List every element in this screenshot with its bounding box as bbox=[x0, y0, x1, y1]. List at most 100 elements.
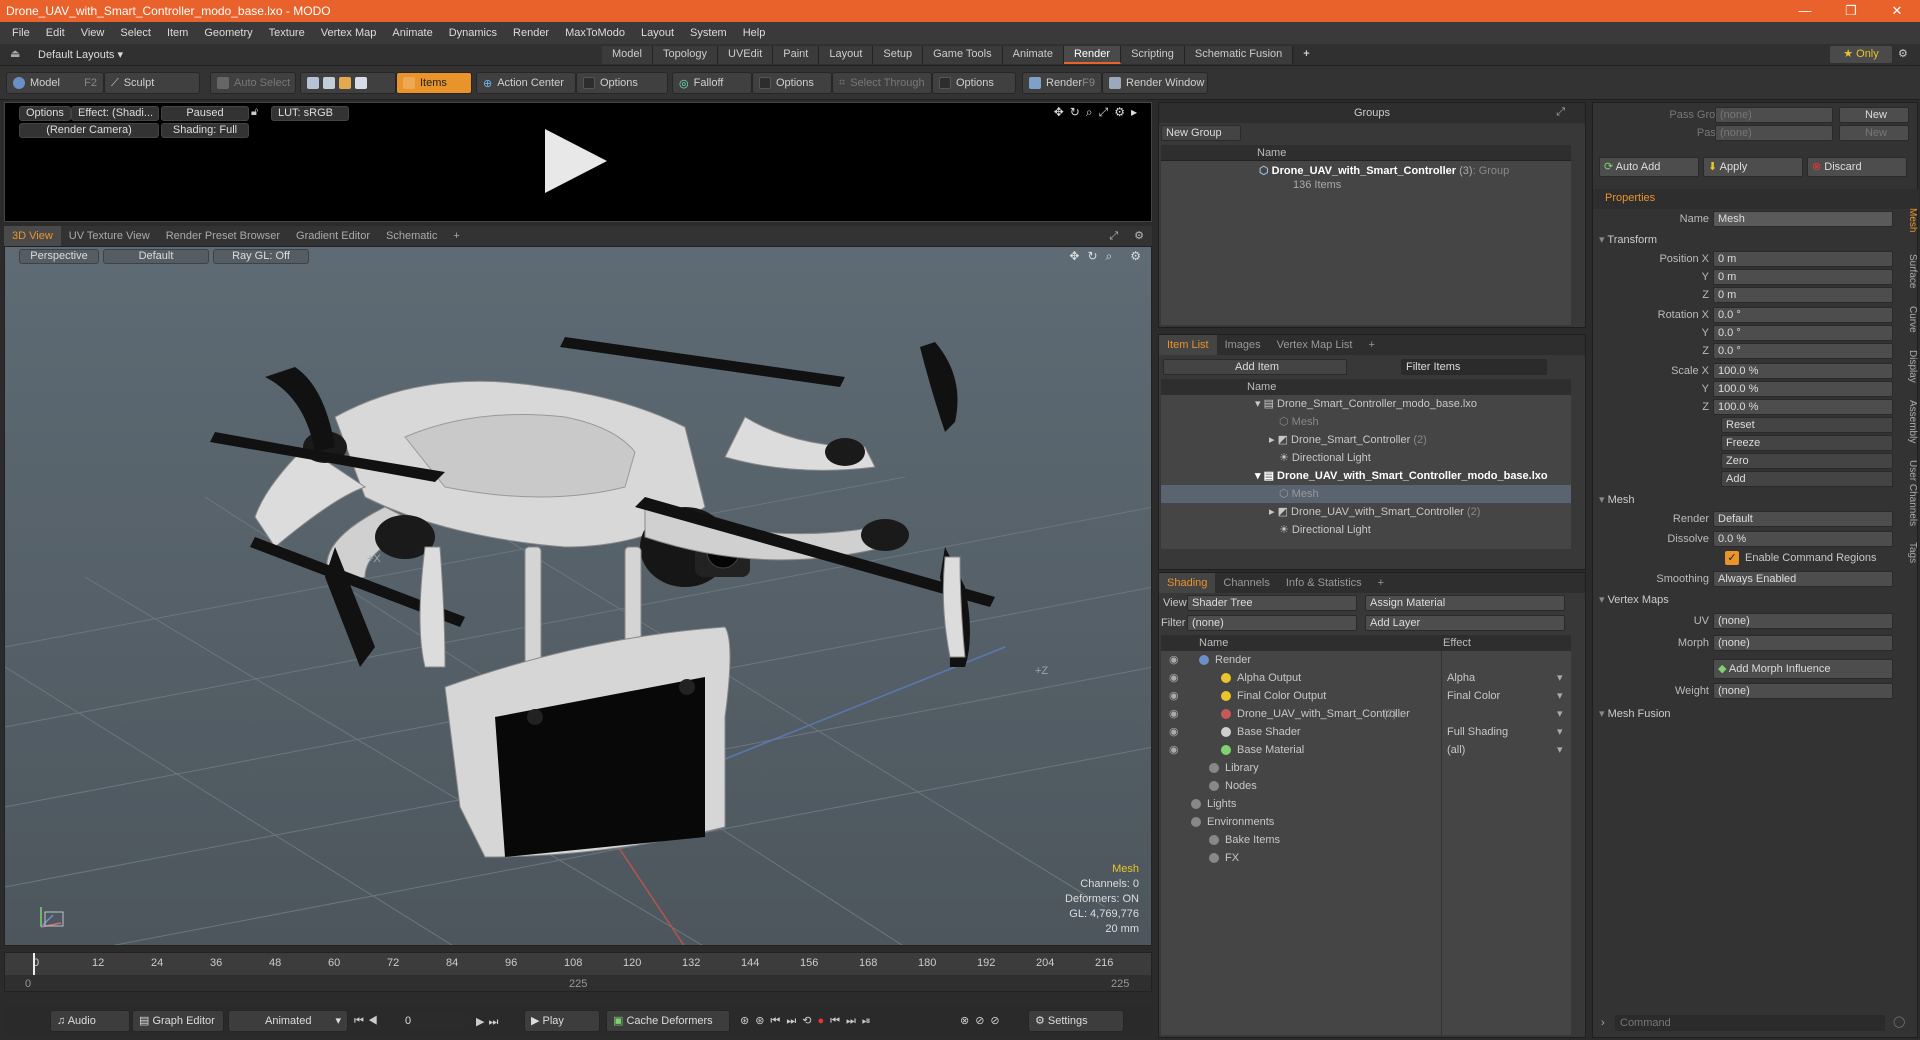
menu-layout[interactable]: Layout bbox=[633, 27, 682, 39]
view-dropdown[interactable]: Shader Tree bbox=[1187, 595, 1357, 611]
add-layer-dropdown[interactable]: Add Layer bbox=[1365, 615, 1565, 631]
rotation-z-field[interactable]: 0.0 ° bbox=[1713, 343, 1893, 359]
play-button[interactable]: ▶ Play bbox=[524, 1010, 600, 1032]
shader-tree-row[interactable]: ◉ Base Material (all) ▾ bbox=[1161, 741, 1571, 759]
key-tools-icons[interactable]: ⊛⊛⏮⏭⟲●⏮⏭⏯ bbox=[740, 1014, 877, 1028]
add-tab-button[interactable]: + bbox=[1360, 335, 1382, 355]
list-item[interactable]: ☀ Directional Light bbox=[1279, 449, 1371, 467]
shader-tree-row[interactable]: Bake Items bbox=[1161, 831, 1571, 849]
action-center-button[interactable]: ⊕ Action Center bbox=[476, 72, 576, 94]
tab-item-list[interactable]: Item List bbox=[1159, 335, 1217, 355]
menu-system[interactable]: System bbox=[682, 27, 735, 39]
mesh-section[interactable]: Mesh bbox=[1599, 493, 1635, 506]
3d-viewport[interactable]: Perspective Default Ray GL: Off ✥ ↻ ⌕ ⚙ bbox=[4, 246, 1152, 946]
settings-icon[interactable]: ⚙ bbox=[1114, 105, 1125, 120]
effect-dropdown[interactable]: Effect: (Shadi... bbox=[71, 106, 159, 121]
new-group-button[interactable]: New Group bbox=[1161, 125, 1241, 141]
filter-items-field[interactable]: Filter Items bbox=[1401, 359, 1547, 375]
maximize-icon[interactable]: ⤢ bbox=[1099, 105, 1109, 120]
tab-images[interactable]: Images bbox=[1217, 335, 1269, 355]
position-z-field[interactable]: 0 m bbox=[1713, 287, 1893, 303]
tab-shading[interactable]: Shading bbox=[1159, 573, 1216, 593]
skip-start-icon[interactable]: ⏮◀ bbox=[354, 1015, 382, 1028]
audio-button[interactable]: ♫ Audio bbox=[50, 1010, 130, 1032]
maximize-icon[interactable]: ⤢ bbox=[1556, 106, 1565, 119]
scale-y-field[interactable]: 100.0 % bbox=[1713, 381, 1893, 397]
shader-tree-row[interactable]: Nodes bbox=[1161, 777, 1571, 795]
menu-file[interactable]: File bbox=[4, 27, 38, 39]
add-morph-influence-button[interactable]: ◆ Add Morph Influence bbox=[1713, 659, 1893, 679]
discard-button[interactable]: ⊗ Discard bbox=[1807, 157, 1907, 177]
tab-animate[interactable]: Animate bbox=[1002, 46, 1064, 64]
add-tab-button[interactable]: + bbox=[1293, 46, 1319, 64]
visibility-eye-icon[interactable]: ◉ bbox=[1169, 723, 1179, 741]
tab-paint[interactable]: Paint bbox=[773, 46, 820, 64]
sculpt-button[interactable]: ⟋ Sculpt bbox=[104, 72, 200, 94]
menu-item[interactable]: Item bbox=[159, 27, 196, 39]
chevron-down-icon[interactable]: ▾ bbox=[1557, 723, 1563, 741]
new-pass-button[interactable]: New bbox=[1839, 125, 1909, 141]
shader-tree-row[interactable]: ◉ Base Shader Full Shading ▾ bbox=[1161, 723, 1571, 741]
add-item-dropdown[interactable]: Add Item bbox=[1163, 359, 1347, 375]
rotate-icon[interactable]: ↻ bbox=[1070, 105, 1080, 120]
cache-deformers-button[interactable]: ▣ Cache Deformers bbox=[606, 1010, 730, 1032]
list-item[interactable]: ☀ Directional Light bbox=[1279, 521, 1371, 539]
list-item[interactable]: ⬡ Mesh bbox=[1279, 413, 1319, 431]
tab-uv-texture-view[interactable]: UV Texture View bbox=[61, 226, 158, 246]
freeze-dropdown[interactable]: Freeze bbox=[1721, 435, 1893, 451]
model-mode-button[interactable]: Model F2 bbox=[6, 72, 104, 94]
items-button[interactable]: Items bbox=[396, 72, 472, 94]
visibility-eye-icon[interactable]: ◉ bbox=[1169, 741, 1179, 759]
shading-dropdown[interactable]: Shading: Full bbox=[161, 123, 249, 138]
timeline[interactable]: 0 12 24 36 48 60 72 84 96 108 120 132 144 156 168 180 19… bbox=[4, 952, 1152, 992]
tab-schematic[interactable]: Schematic bbox=[378, 226, 445, 246]
command-field[interactable]: Command bbox=[1615, 1015, 1885, 1031]
falloff-button[interactable]: ◎ Falloff bbox=[672, 72, 752, 94]
restore-button[interactable]: ❐ bbox=[1828, 0, 1874, 22]
visibility-eye-icon[interactable]: ◉ bbox=[1169, 687, 1179, 705]
apply-button[interactable]: ⬇ Apply bbox=[1703, 157, 1803, 177]
shader-layer-effect[interactable]: Full Shading bbox=[1447, 723, 1508, 741]
select-through-button[interactable]: ⌗ Select Through bbox=[832, 72, 932, 94]
reset-dropdown[interactable]: Reset bbox=[1721, 417, 1893, 433]
shader-tree-row[interactable]: FX bbox=[1161, 849, 1571, 867]
render-dropdown[interactable]: Default bbox=[1713, 511, 1893, 527]
list-item[interactable]: ▸ ◩ Drone_Smart_Controller (2) bbox=[1269, 431, 1427, 449]
tab-topology[interactable]: Topology bbox=[652, 46, 719, 64]
add-viewport-tab-button[interactable]: + bbox=[445, 226, 467, 246]
only-button[interactable]: ★ Only bbox=[1830, 46, 1892, 63]
add-dropdown[interactable]: Add bbox=[1721, 471, 1893, 487]
playhead[interactable] bbox=[33, 953, 35, 975]
menu-help[interactable]: Help bbox=[735, 27, 774, 39]
assign-material-dropdown[interactable]: Assign Material bbox=[1365, 595, 1565, 611]
pass-groups-dropdown[interactable]: (none) bbox=[1715, 107, 1833, 123]
weight-dropdown[interactable]: (none) bbox=[1713, 683, 1893, 699]
side-tab-user-channels[interactable]: User Channels bbox=[1903, 460, 1918, 526]
shader-layer-effect[interactable]: (all) bbox=[1447, 741, 1465, 759]
tab-schematic-fusion[interactable]: Schematic Fusion bbox=[1184, 46, 1294, 64]
vertex-maps-section[interactable]: Vertex Maps bbox=[1599, 593, 1669, 606]
tab-gradient-editor[interactable]: Gradient Editor bbox=[288, 226, 378, 246]
animated-dropdown[interactable]: Animated ▾ bbox=[228, 1010, 348, 1032]
shader-tree-row[interactable]: ◉ Alpha Output Alpha ▾ bbox=[1161, 669, 1571, 687]
side-tab-curve[interactable]: Curve bbox=[1903, 306, 1918, 333]
list-item[interactable]: ▾ ▤ Drone_UAV_with_Smart_Controller_modo… bbox=[1255, 467, 1548, 485]
command-history-icon[interactable]: ◯ bbox=[1893, 1015, 1905, 1028]
zero-dropdown[interactable]: Zero bbox=[1721, 453, 1893, 469]
chevron-down-icon[interactable]: ▾ bbox=[1557, 687, 1563, 705]
position-x-field[interactable]: 0 m bbox=[1713, 251, 1893, 267]
side-tab-mesh[interactable]: Mesh bbox=[1903, 208, 1918, 232]
list-item[interactable]: ⬡ Mesh bbox=[1161, 485, 1571, 503]
transform-section[interactable]: Transform bbox=[1599, 233, 1657, 246]
tab-3d-view[interactable]: 3D View bbox=[4, 226, 61, 246]
menu-select[interactable]: Select bbox=[112, 27, 159, 39]
tab-scripting[interactable]: Scripting bbox=[1121, 46, 1185, 64]
select-through-options-button[interactable]: Options bbox=[932, 72, 1016, 94]
tab-info-statistics[interactable]: Info & Statistics bbox=[1278, 573, 1370, 593]
lut-dropdown[interactable]: LUT: sRGB bbox=[271, 106, 349, 121]
menu-edit[interactable]: Edit bbox=[38, 27, 73, 39]
menu-texture[interactable]: Texture bbox=[261, 27, 313, 39]
chevron-down-icon[interactable]: ▾ bbox=[1557, 741, 1563, 759]
tab-layout[interactable]: Layout bbox=[819, 46, 874, 64]
visibility-eye-icon[interactable]: ◉ bbox=[1169, 669, 1179, 687]
